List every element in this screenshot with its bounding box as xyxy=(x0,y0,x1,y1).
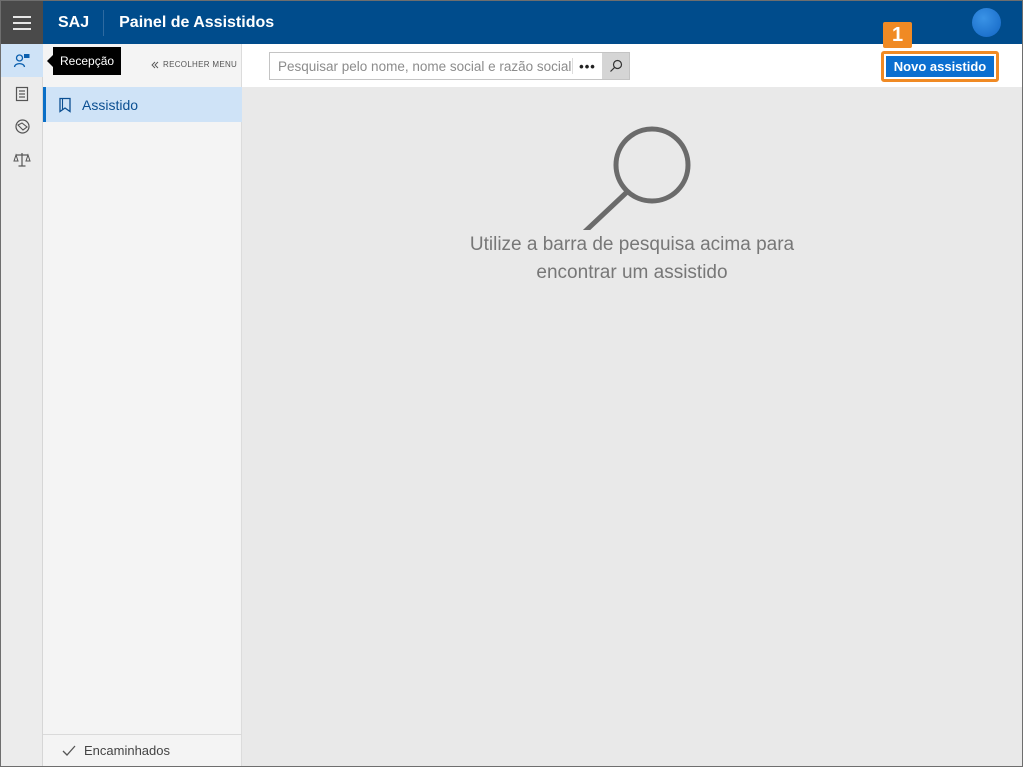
page-title: Painel de Assistidos xyxy=(119,13,275,31)
empty-state-line-1: Utilize a barra de pesquisa acima para xyxy=(469,234,795,255)
empty-state-message: Utilize a barra de pesquisa acima para e… xyxy=(242,231,1022,287)
collapse-menu-label: RECOLHER MENU xyxy=(163,60,238,69)
collapse-menu-button[interactable]: RECOLHER MENU xyxy=(151,60,237,69)
clipboard-list-icon xyxy=(15,86,29,101)
checkmark-icon xyxy=(62,745,76,756)
rail-item-recepcao[interactable] xyxy=(1,44,43,77)
encaminhados-label: Encaminhados xyxy=(84,743,170,758)
sidebar-item-assistido[interactable]: Assistido xyxy=(43,87,242,122)
icon-rail xyxy=(1,44,43,766)
search-icon xyxy=(609,59,622,72)
hamburger-menu-icon[interactable] xyxy=(1,1,43,44)
empty-state-line-2: encontrar um assistido xyxy=(536,262,728,283)
user-avatar[interactable] xyxy=(972,8,1001,37)
top-bar: SAJ Painel de Assistidos xyxy=(1,1,1022,44)
double-chevron-left-icon xyxy=(151,61,159,68)
new-assistido-button[interactable]: Novo assistido xyxy=(881,51,999,82)
app-window: SAJ Painel de Assistidos RECOLHER MENU A… xyxy=(0,0,1023,767)
bookmark-icon xyxy=(59,97,71,113)
side-menu: RECOLHER MENU Assistido Encaminhados xyxy=(43,44,242,766)
scales-icon xyxy=(13,153,31,167)
rail-item-handshake[interactable] xyxy=(1,110,43,143)
encaminhados-link[interactable]: Encaminhados xyxy=(43,734,242,766)
magnifier-illustration-icon xyxy=(582,126,691,230)
search-button[interactable] xyxy=(602,53,629,79)
person-desk-icon xyxy=(13,53,30,67)
callout-badge: 1 xyxy=(883,22,912,48)
sidebar-item-label: Assistido xyxy=(82,96,139,113)
app-name[interactable]: SAJ xyxy=(43,9,105,36)
search-input[interactable] xyxy=(270,53,572,79)
rail-item-list[interactable] xyxy=(1,77,43,110)
search-options-button[interactable]: ••• xyxy=(572,58,602,74)
search-box: ••• xyxy=(269,52,630,80)
toolbar: ••• Novo assistido xyxy=(242,44,1022,87)
rail-tooltip: Recepção xyxy=(46,47,122,75)
handshake-icon xyxy=(14,119,30,134)
rail-item-scales[interactable] xyxy=(1,143,43,176)
new-assistido-label: Novo assistido xyxy=(886,56,994,77)
main-content: Utilize a barra de pesquisa acima para e… xyxy=(242,87,1022,766)
